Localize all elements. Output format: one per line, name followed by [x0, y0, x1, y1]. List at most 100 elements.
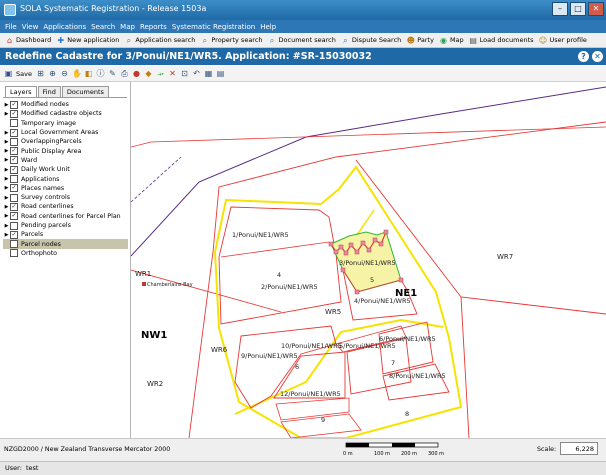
menu-systematic-registration[interactable]: Systematic Registration [172, 23, 255, 31]
save-button[interactable]: ▣ Save [4, 69, 32, 78]
menu-search[interactable]: Search [91, 23, 115, 31]
expand-arrow-icon[interactable]: ▶ [3, 139, 10, 145]
layer-item[interactable]: ▶ ✓ Places names [3, 184, 128, 193]
minimize-icon[interactable]: – [552, 2, 568, 16]
expand-arrow-icon[interactable]: ▶ [3, 213, 10, 219]
user-profile-button[interactable]: ☺ User profile [539, 36, 587, 45]
menu-applications[interactable]: Applications [43, 23, 86, 31]
tab-documents[interactable]: Documents [61, 86, 109, 97]
expand-arrow-icon[interactable]: ▶ [3, 148, 10, 154]
menu-view[interactable]: View [22, 23, 39, 31]
layer-checkbox[interactable]: ✓ [10, 128, 18, 137]
layer-item[interactable]: ▶ ✓ Road centerlines [3, 202, 128, 211]
layer-checkbox[interactable] [10, 193, 18, 202]
close-icon[interactable]: ✕ [588, 2, 604, 16]
add-node-icon[interactable]: ● [132, 69, 141, 78]
status-bar: NZGD2000 / New Zealand Transverse Mercat… [0, 438, 606, 461]
layer-item[interactable]: ▶ Survey controls [3, 193, 128, 202]
dashboard-button[interactable]: ⌂ Dashboard [5, 36, 51, 45]
parcel-boundary-outer [355, 159, 606, 315]
new-application-button[interactable]: ✚ New application [56, 36, 119, 45]
measure-icon[interactable]: ✎ [108, 69, 117, 78]
full-extent-icon[interactable]: ⊞ [36, 69, 45, 78]
layer-checkbox[interactable]: ✓ [10, 100, 18, 109]
layer-item[interactable]: ▶ ✓ Modified nodes [3, 100, 128, 109]
load-documents-button[interactable]: ▤ Load documents [469, 36, 533, 45]
layer-checkbox[interactable] [10, 137, 18, 146]
close-form-icon[interactable]: ✕ [592, 51, 603, 62]
map-svg[interactable]: WR1 Chamberlains Bay NW1 WR6 WR2 WR7 NE1… [131, 82, 606, 438]
expand-arrow-icon[interactable]: ▶ [3, 111, 10, 117]
dispute-search-button[interactable]: ⌕ Dispute Search [341, 36, 401, 45]
layer-item[interactable]: ▶ Applications [3, 174, 128, 184]
menu-map[interactable]: Map [120, 23, 135, 31]
pan-icon[interactable]: ✋ [72, 69, 82, 78]
undo-icon[interactable]: ↶ [192, 69, 201, 78]
move-node-icon[interactable]: ◆ [144, 69, 153, 78]
parcel-number-9: 9 [321, 416, 325, 424]
layer-item[interactable]: ▶ ✓ Local Government Areas [3, 128, 128, 137]
expand-arrow-icon[interactable]: ▶ [3, 176, 10, 182]
layer-item[interactable]: ▶ ✓ Public Display Area [3, 146, 128, 156]
layer-checkbox[interactable]: ✓ [10, 109, 18, 118]
menu-reports[interactable]: Reports [140, 23, 167, 31]
expand-arrow-icon[interactable]: ▶ [3, 157, 10, 163]
layer-checkbox[interactable]: ✓ [10, 230, 18, 239]
scale-tick-100: 100 m [374, 451, 390, 457]
property-search-button[interactable]: ⌕ Property search [200, 36, 263, 45]
zoom-out-icon[interactable]: ⊖ [60, 69, 69, 78]
help-icon[interactable]: ? [578, 51, 589, 62]
info-icon[interactable]: ⓘ [96, 69, 105, 78]
menu-help[interactable]: Help [260, 23, 276, 31]
expand-arrow-icon[interactable]: ▶ [3, 204, 10, 210]
scale-input[interactable]: 6,228 [560, 442, 598, 455]
select-icon[interactable]: ◧ [84, 69, 93, 78]
layer-checkbox[interactable]: ✓ [10, 156, 18, 165]
party-button[interactable]: ☻ Party [406, 36, 434, 45]
expand-arrow-icon[interactable]: ▶ [3, 102, 10, 108]
expand-arrow-icon[interactable]: ▶ [3, 130, 10, 136]
layer-item[interactable]: ▶ ✓ Daily Work Unit [3, 165, 128, 174]
print-icon[interactable]: ⎙ [120, 69, 129, 78]
layer-checkbox[interactable]: ✓ [10, 212, 18, 221]
map-button[interactable]: ◉ Map [439, 36, 464, 45]
expand-arrow-icon[interactable]: ▶ [3, 195, 10, 201]
layer-list: ▶ ✓ Modified nodes ▶ ✓ Modified cadastre obje… [3, 100, 128, 258]
maximize-icon[interactable]: □ [570, 2, 586, 16]
layer-item[interactable]: ▶ ✓ Modified cadastre objects [3, 109, 128, 118]
expand-arrow-icon[interactable]: ▶ [3, 223, 10, 229]
layer-item[interactable]: Temporary image [3, 119, 128, 128]
layer-checkbox[interactable] [10, 221, 18, 230]
image-icon[interactable]: ▦ [204, 69, 213, 78]
layer-checkbox[interactable]: ✓ [10, 202, 18, 211]
layer-checkbox[interactable]: ✓ [10, 147, 18, 156]
layer-item[interactable]: ▶ ✓ Road centerlines for Parcel Plan [3, 212, 128, 221]
map-canvas[interactable]: WR1 Chamberlains Bay NW1 WR6 WR2 WR7 NE1… [131, 82, 606, 438]
expand-arrow-icon[interactable]: ▶ [3, 167, 10, 173]
remove-icon[interactable]: ✕ [168, 69, 177, 78]
layer-item[interactable]: ▶ ✓ Ward [3, 156, 128, 165]
layer-checkbox[interactable] [10, 249, 18, 258]
zoom-in-icon[interactable]: ⊕ [48, 69, 57, 78]
layer-checkbox[interactable] [10, 119, 18, 128]
layer-item[interactable]: ▶ Pending parcels [3, 221, 128, 230]
layer-item[interactable]: Orthophoto [3, 249, 128, 258]
layer-item[interactable]: Parcel nodes [3, 239, 128, 249]
layer-settings-icon[interactable]: ▤ [216, 69, 225, 78]
application-search-button[interactable]: ⌕ Application search [124, 36, 196, 45]
dispute-search-label: Dispute Search [351, 36, 402, 44]
expand-arrow-icon[interactable]: ▶ [3, 185, 10, 191]
menu-file[interactable]: File [5, 23, 17, 31]
layer-item[interactable]: ▶ ✓ Parcels [3, 230, 128, 239]
layer-checkbox[interactable]: ✓ [10, 165, 18, 174]
split-icon[interactable]: ⤞ [156, 69, 165, 78]
tab-find[interactable]: Find [37, 86, 61, 97]
snap-icon[interactable]: ⊡ [180, 69, 189, 78]
layer-checkbox[interactable]: ✓ [10, 184, 18, 193]
tab-layers[interactable]: Layers [5, 86, 37, 97]
document-search-button[interactable]: ⌕ Document search [268, 36, 336, 45]
expand-arrow-icon[interactable]: ▶ [3, 232, 10, 238]
layer-item[interactable]: ▶ OverlappingParcels [3, 137, 128, 146]
layer-checkbox[interactable] [10, 175, 18, 184]
layer-checkbox[interactable] [10, 240, 18, 249]
